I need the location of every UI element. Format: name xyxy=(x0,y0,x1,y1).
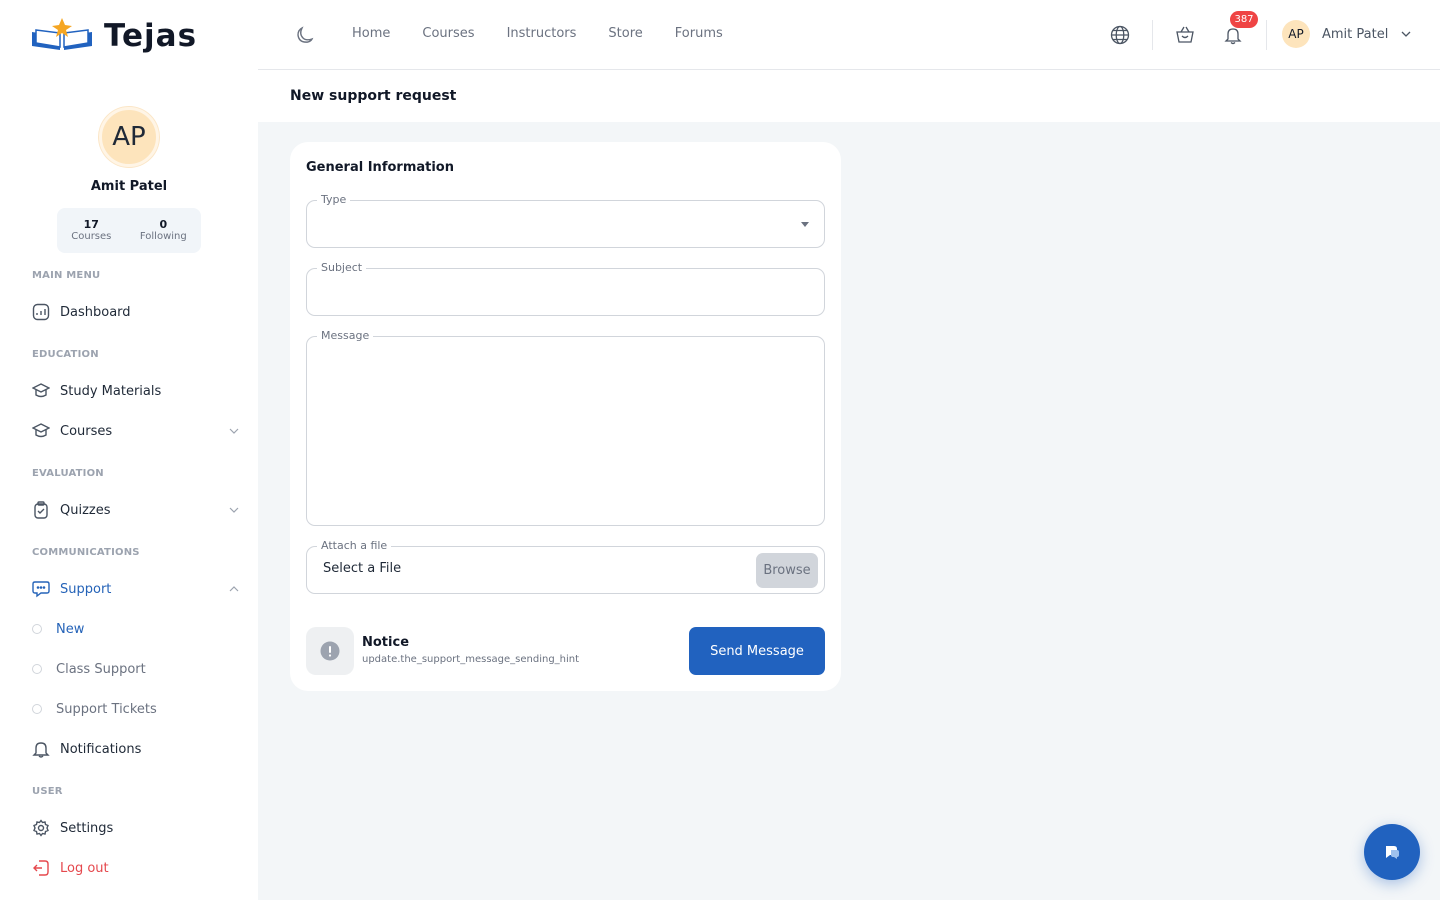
sidebar-item-label: Notifications xyxy=(60,741,142,757)
sidebar-subitem-support-tickets[interactable]: Support Tickets xyxy=(32,699,157,719)
subject-label: Subject xyxy=(317,261,367,274)
chevron-up-icon xyxy=(229,586,239,592)
globe-icon xyxy=(1110,25,1130,45)
bullet-icon xyxy=(32,704,42,714)
section-user: USER xyxy=(32,786,63,797)
sidebar-item-dashboard[interactable]: Dashboard xyxy=(32,300,240,324)
notice-title: Notice xyxy=(362,635,410,650)
sidebar-item-study-materials[interactable]: Study Materials xyxy=(32,379,240,403)
profile-name: Amit Patel xyxy=(90,179,168,194)
notification-count-badge: 387 xyxy=(1230,11,1258,28)
brand-logo[interactable]: Tejas xyxy=(30,16,197,56)
bullet-icon xyxy=(32,624,42,634)
chevron-down-icon xyxy=(229,507,239,513)
section-evaluation: EVALUATION xyxy=(32,468,104,479)
basket-icon xyxy=(1176,26,1194,43)
file-placeholder: Select a File xyxy=(323,561,402,576)
sidebar: Tejas AP Amit Patel 17 Courses 0 Followi… xyxy=(0,0,258,900)
bell-icon xyxy=(32,740,50,758)
attach-file-field[interactable]: Attach a file Select a File Browse xyxy=(306,539,825,594)
sidebar-subitem-class-support[interactable]: Class Support xyxy=(32,659,146,679)
avatar: AP xyxy=(1282,20,1310,48)
nav-store[interactable]: Store xyxy=(608,26,642,41)
nav-courses[interactable]: Courses xyxy=(422,26,474,41)
stat-courses: 17 Courses xyxy=(71,218,111,243)
stat-courses-label: Courses xyxy=(71,231,112,243)
section-communications: COMMUNICATIONS xyxy=(32,547,140,558)
language-button[interactable] xyxy=(1107,22,1133,48)
dark-mode-toggle[interactable] xyxy=(288,20,320,52)
section-main-menu: MAIN MENU xyxy=(32,270,101,281)
sidebar-subitem-new[interactable]: New xyxy=(32,619,84,639)
chat-fab-button[interactable] xyxy=(1364,824,1420,880)
sidebar-item-label: Study Materials xyxy=(60,383,162,399)
sidebar-item-courses[interactable]: Courses xyxy=(32,419,240,443)
chat-bubble-icon xyxy=(1386,846,1399,859)
logout-icon xyxy=(32,859,50,877)
sidebar-item-label: Log out xyxy=(60,860,109,876)
nav-home[interactable]: Home xyxy=(352,26,390,41)
book-logo-icon xyxy=(30,16,94,56)
top-navbar: Home Courses Instructors Store Forums 38… xyxy=(258,0,1440,70)
profile-avatar[interactable]: AP xyxy=(99,107,159,167)
message-label: Message xyxy=(317,329,374,342)
form-section-title: General Information xyxy=(306,160,454,175)
sidebar-item-label: Courses xyxy=(60,423,113,439)
section-education: EDUCATION xyxy=(32,349,99,360)
dashboard-icon xyxy=(32,303,50,321)
bell-icon xyxy=(1224,28,1242,45)
type-label: Type xyxy=(317,193,351,206)
user-name: Amit Patel xyxy=(1322,26,1389,42)
graduation-cap-icon xyxy=(32,382,50,400)
graduation-cap-icon xyxy=(32,422,50,440)
stat-courses-value: 17 xyxy=(83,217,99,231)
brand-name: Tejas xyxy=(104,18,198,54)
user-menu[interactable]: AP Amit Patel xyxy=(1282,20,1412,48)
main-nav: Home Courses Instructors Store Forums xyxy=(352,26,723,41)
info-exclamation-icon xyxy=(320,641,340,661)
chevron-down-icon xyxy=(1401,31,1411,37)
type-select[interactable]: Type xyxy=(306,193,825,248)
message-textarea[interactable]: Message xyxy=(306,329,825,526)
bullet-icon xyxy=(32,664,42,674)
header-divider xyxy=(1152,20,1153,50)
gear-icon xyxy=(32,819,50,837)
attach-label: Attach a file xyxy=(317,539,392,552)
profile-stats: 17 Courses 0 Following xyxy=(57,208,201,253)
sidebar-item-label: Quizzes xyxy=(60,502,111,518)
support-form-card: General Information Type Subject Message… xyxy=(290,142,841,691)
browse-button[interactable]: Browse xyxy=(756,553,818,588)
sidebar-subitem-label: Support Tickets xyxy=(56,701,157,717)
sidebar-item-label: Dashboard xyxy=(60,304,131,320)
caret-down-icon xyxy=(801,222,809,227)
clipboard-check-icon xyxy=(32,501,50,519)
sidebar-subitem-label: New xyxy=(56,621,85,637)
subject-input[interactable]: Subject xyxy=(306,261,825,316)
nav-forums[interactable]: Forums xyxy=(675,26,723,41)
stat-following-value: 0 xyxy=(159,217,168,231)
sidebar-item-logout[interactable]: Log out xyxy=(32,856,240,880)
sidebar-item-support[interactable]: Support xyxy=(32,577,240,601)
header-divider xyxy=(1266,20,1267,50)
sidebar-item-label: Support xyxy=(60,581,112,597)
send-message-button[interactable]: Send Message xyxy=(689,627,825,675)
moon-icon xyxy=(297,26,314,43)
sidebar-item-quizzes[interactable]: Quizzes xyxy=(32,498,240,522)
cart-button[interactable] xyxy=(1172,22,1198,48)
chat-icon xyxy=(32,580,50,598)
stat-following: 0 Following xyxy=(140,218,187,243)
chevron-down-icon xyxy=(229,428,239,434)
page-title: New support request xyxy=(290,88,457,104)
nav-instructors[interactable]: Instructors xyxy=(507,26,577,41)
stat-following-label: Following xyxy=(139,231,187,243)
sidebar-item-settings[interactable]: Settings xyxy=(32,816,240,840)
notice-icon-box xyxy=(306,627,354,675)
page-header: New support request xyxy=(258,70,1440,122)
sidebar-item-notifications[interactable]: Notifications xyxy=(32,737,240,761)
sidebar-subitem-label: Class Support xyxy=(56,661,146,677)
notice-hint: update.the_support_message_sending_hint xyxy=(362,654,580,665)
sidebar-item-label: Settings xyxy=(60,820,114,836)
